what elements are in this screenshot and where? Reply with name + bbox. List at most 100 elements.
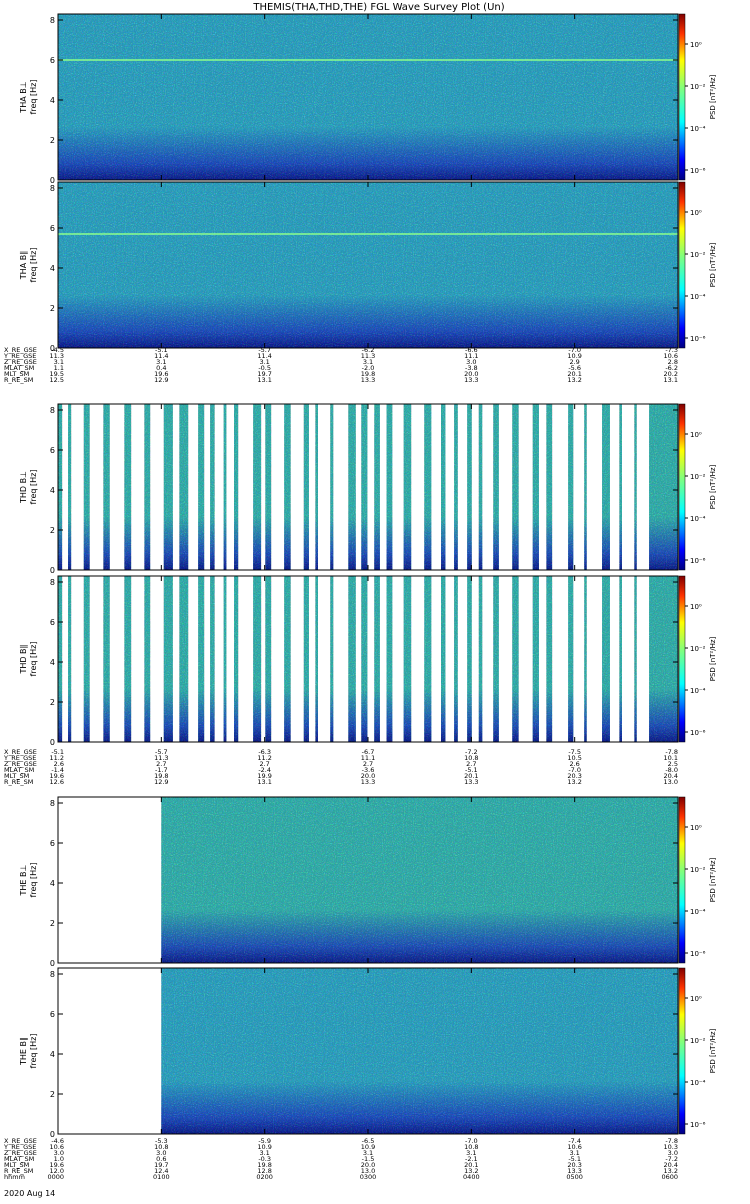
colorbar-tick-label: 10⁻⁴	[690, 125, 706, 133]
ephemeris-value: 0300	[360, 1173, 377, 1181]
y-axis-label: freq [Hz]	[29, 1034, 38, 1069]
y-tick-label: 4	[50, 1050, 55, 1059]
colorbar-tick-label: 10⁻⁴	[690, 293, 706, 301]
spectral-speckle	[478, 404, 483, 570]
spectral-speckle	[284, 576, 291, 742]
panel-label: THD B∥	[19, 644, 28, 674]
spectral-speckle	[454, 576, 458, 742]
spectral-speckle	[315, 404, 319, 570]
ephemeris-value: 13.3	[361, 376, 375, 384]
spectral-speckle	[348, 404, 356, 570]
colorbar-tick-label: 10⁻²	[690, 473, 706, 481]
spectral-speckle	[602, 576, 610, 742]
colorbar	[678, 967, 686, 1135]
ephemeris-value: 13.1	[257, 778, 271, 786]
ephemeris-value: 13.2	[567, 376, 581, 384]
y-tick-label: 6	[50, 1010, 55, 1019]
spectral-speckle	[634, 576, 637, 742]
spectrogram-panel: 02468THE B∥ freq [Hz]10⁰10⁻²10⁻⁴10⁻⁶PSD […	[19, 967, 717, 1139]
spectral-speckle	[58, 404, 63, 570]
ephemeris-value: 0000	[47, 1173, 64, 1181]
spectral-speckle	[315, 576, 319, 742]
ephemeris-table: X_RE_GSE -5.1 -5.7 -6.3 -6.7 -7.2 -7.5 -7.8Y_RE…	[3, 748, 678, 786]
colorbar-tick-label: 10⁻⁴	[690, 515, 706, 523]
spectral-speckle	[223, 404, 227, 570]
spectral-speckle	[441, 576, 446, 742]
spectral-speckle	[210, 576, 215, 742]
ephemeris-value: 0200	[256, 1173, 273, 1181]
date-label: 2020 Aug 14	[4, 1189, 55, 1198]
y-tick-label: 4	[50, 486, 55, 495]
colorbar-unit-label: PSD [nT²/Hz]	[709, 1028, 717, 1073]
ephemeris-row-label: R_RE_SM	[4, 376, 33, 384]
spectral-speckle	[68, 404, 72, 570]
y-tick-label: 6	[50, 618, 55, 627]
colorbar	[678, 403, 686, 571]
spectral-speckle	[163, 404, 173, 570]
y-tick-label: 4	[50, 879, 55, 888]
spectral-speckle	[58, 576, 63, 742]
spectral-speckle	[634, 404, 637, 570]
y-axis-label: freq [Hz]	[29, 80, 38, 115]
spectrogram-panel: 0 2 4 6 8 THD B⊥ freq [Hz] 10⁰ 10⁻² 10⁻⁴ 10⁻⁶ PSD […	[19, 403, 717, 575]
spectral-speckle	[512, 404, 519, 570]
y-axis-label: freq [Hz]	[29, 248, 38, 283]
colorbar	[678, 13, 686, 181]
colorbar-tick-label: 10⁻²	[690, 866, 706, 874]
spectral-speckle	[649, 576, 678, 742]
spectral-speckle	[649, 404, 678, 570]
ephemeris-value: 13.1	[664, 376, 678, 384]
y-tick-label: 8	[50, 16, 55, 25]
y-tick-label: 0	[50, 738, 55, 747]
spectral-speckle	[361, 576, 368, 742]
colorbar	[678, 796, 686, 964]
ephemeris-value: 13.3	[464, 778, 478, 786]
panel-label: THE B⊥	[19, 864, 28, 896]
spectral-speckle	[478, 576, 483, 742]
spectral-speckle	[265, 404, 272, 570]
colorbar-tick-label: 10⁻⁴	[690, 908, 706, 916]
ephemeris-value: 13.0	[664, 778, 678, 786]
y-tick-label: 8	[50, 406, 55, 415]
spectral-speckle	[198, 576, 205, 742]
spectral-speckle	[253, 404, 262, 570]
spectral-speckle	[602, 404, 610, 570]
ephemeris-value: 13.1	[257, 376, 271, 384]
y-tick-label: 6	[50, 56, 55, 65]
spectral-speckle	[303, 404, 309, 570]
ephemeris-value: 0500	[566, 1173, 583, 1181]
y-tick-label: 2	[50, 304, 55, 313]
spectrogram-panel: 0 2 4 6 8 THD B∥ freq [Hz] 10⁰ 10⁻² 10⁻⁴ 10⁻⁶ PSD […	[19, 575, 717, 747]
spectral-speckle	[303, 576, 309, 742]
spectral-speckle	[532, 404, 539, 570]
colorbar-tick-label: 10⁻²	[690, 251, 706, 259]
spectral-speckle	[223, 576, 227, 742]
colorbar-tick-label: 10⁻⁴	[690, 687, 706, 695]
spectral-speckle	[386, 404, 393, 570]
y-tick-label: 8	[50, 970, 55, 979]
colorbar-tick-label: 10⁰	[690, 603, 702, 611]
spectrogram-panel: 0 2 4 6 8 THE B⊥ freq [Hz] 10⁰ 10⁻² 10⁻⁴ 10⁻⁶ PSD […	[19, 796, 717, 968]
spectral-speckle	[163, 576, 173, 742]
spectral-speckle	[467, 576, 472, 742]
spectral-speckle	[198, 404, 205, 570]
y-tick-label: 0	[50, 959, 55, 968]
spectral-speckle	[83, 404, 90, 570]
spectral-speckle	[493, 576, 499, 742]
ephemeris-value: 0100	[153, 1173, 170, 1181]
colorbar-unit-label: PSD [nT²/Hz]	[709, 464, 717, 509]
y-tick-label: 8	[50, 578, 55, 587]
spectral-speckle	[546, 576, 553, 742]
spectral-speckle	[284, 404, 291, 570]
y-axis-label: freq [Hz]	[29, 470, 38, 505]
colorbar-tick-label: 10⁻⁶	[690, 950, 706, 958]
y-tick-label: 8	[50, 799, 55, 808]
wave-survey-plot: THEMIS(THA,THD,THE) FGL Wave Survey Plot…	[0, 0, 750, 1200]
ephemeris-value: 13.3	[464, 376, 478, 384]
y-tick-label: 2	[50, 698, 55, 707]
spectral-speckle	[619, 576, 622, 742]
spectral-speckle	[424, 404, 432, 570]
ephemeris-row-label: hhmm	[4, 1173, 25, 1181]
spectral-speckle	[124, 576, 132, 742]
ephemeris-value: 12.9	[154, 376, 168, 384]
